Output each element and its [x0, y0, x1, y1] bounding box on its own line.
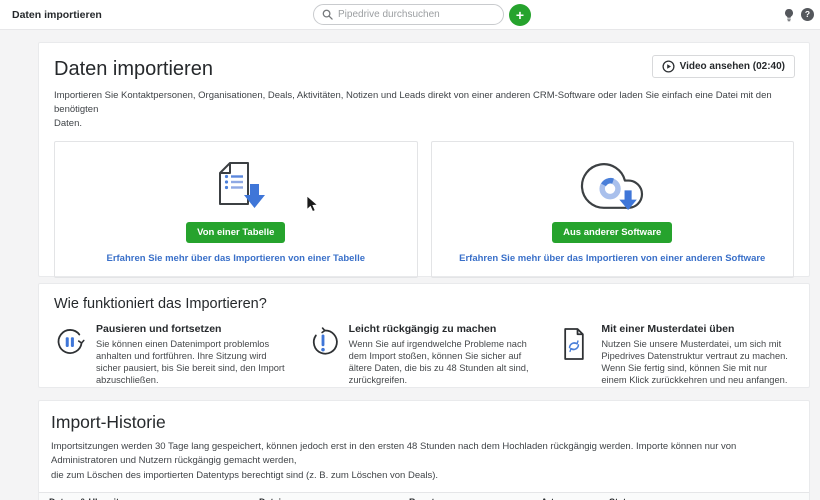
spreadsheet-learn-more-link[interactable]: Erfahren Sie mehr über das Importieren v… [106, 253, 365, 264]
feature-text-block: Mit einer Musterdatei üben Nutzen Sie un… [601, 323, 794, 386]
page-description: Importieren Sie Kontaktpersonen, Organis… [54, 89, 794, 130]
import-history-description: Importsitzungen werden 30 Tage lang gesp… [51, 440, 797, 483]
import-option-cards: Von einer Tabelle Erfahren Sie mehr über… [54, 141, 794, 278]
lightbulb-icon [783, 8, 795, 23]
from-software-button[interactable]: Aus anderer Software [552, 222, 672, 243]
undo-alert-icon [307, 325, 339, 366]
feature-text: Nutzen Sie unsere Musterdatei, um sich m… [601, 338, 794, 386]
feature-sample-file: Mit einer Musterdatei üben Nutzen Sie un… [559, 323, 794, 386]
how-it-works-title: Wie funktioniert das Importieren? [54, 296, 794, 312]
feature-text-block: Pausieren und fortsetzen Sie können eine… [96, 323, 289, 386]
card-import-from-spreadsheet: Von einer Tabelle Erfahren Sie mehr über… [54, 141, 418, 278]
pause-resume-icon [54, 325, 86, 366]
feature-text-block: Leicht rückgängig zu machen Wenn Sie auf… [349, 323, 542, 386]
import-history-section: Import-Historie Importsitzungen werden 3… [38, 400, 810, 500]
play-icon [662, 60, 675, 73]
card-import-from-software: Aus anderer Software Erfahren Sie mehr ü… [431, 141, 795, 278]
spreadsheet-download-icon [55, 150, 417, 222]
from-spreadsheet-button[interactable]: Von einer Tabelle [186, 222, 285, 243]
feature-title: Mit einer Musterdatei üben [601, 323, 794, 335]
feature-easy-undo: Leicht rückgängig zu machen Wenn Sie auf… [307, 323, 542, 386]
feature-text: Sie können einen Datenimport problemlos … [96, 338, 289, 386]
window-title: Daten importieren [12, 9, 102, 21]
help-icon[interactable]: ? [801, 8, 814, 21]
search-icon [322, 9, 333, 20]
feature-title: Leicht rückgängig zu machen [349, 323, 542, 335]
feature-pause-resume: Pausieren und fortsetzen Sie können eine… [54, 323, 289, 386]
how-it-works-section: Wie funktioniert das Importieren? Pausie… [38, 283, 810, 388]
top-bar: Daten importieren + ? [0, 0, 820, 30]
import-history-table-header: Datum & Uhrzeit Dateiname Benutzer Art S… [39, 492, 809, 500]
sample-file-icon [559, 325, 591, 368]
search-input[interactable] [338, 9, 488, 20]
watch-video-button[interactable]: Video ansehen (02:40) [652, 55, 795, 78]
cloud-download-icon [432, 150, 794, 222]
feature-text: Wenn Sie auf irgendwelche Probleme nach … [349, 338, 542, 386]
quick-add-button[interactable]: + [509, 4, 531, 26]
import-history-title: Import-Historie [51, 412, 809, 433]
import-section: Daten importieren Video ansehen (02:40) … [38, 42, 810, 277]
tips-button[interactable] [783, 8, 795, 26]
global-search[interactable] [313, 4, 504, 25]
watch-video-label: Video ansehen (02:40) [680, 61, 785, 72]
software-learn-more-link[interactable]: Erfahren Sie mehr über das Importieren v… [459, 253, 765, 264]
feature-title: Pausieren und fortsetzen [96, 323, 289, 335]
